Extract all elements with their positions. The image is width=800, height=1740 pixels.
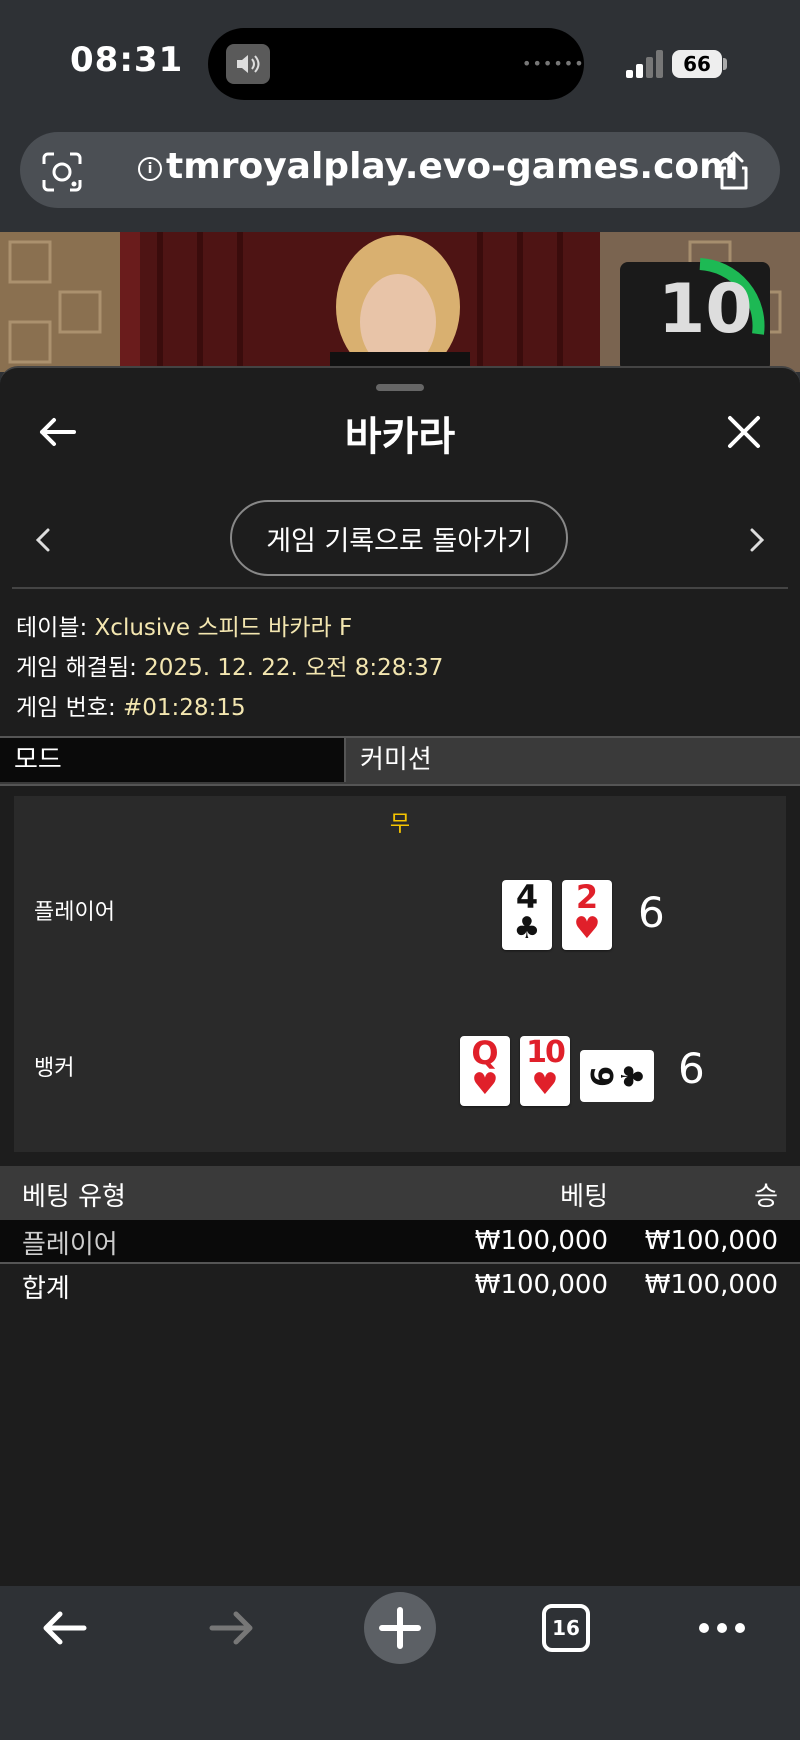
url-text[interactable]: tmroyalplay.evo-games.com	[166, 146, 737, 187]
heart-icon: ♥	[573, 911, 601, 946]
club-icon: ♣	[513, 911, 541, 946]
forward-icon[interactable]	[206, 1606, 258, 1650]
lens-icon[interactable]	[40, 150, 84, 194]
resolved-value: 2025. 12. 22. 오전 8:28:37	[144, 655, 444, 681]
heart-icon: ♥	[531, 1067, 559, 1102]
card-rank: 2	[575, 878, 599, 916]
header-bet: 베팅	[560, 1182, 608, 1212]
row-win-amount: ₩100,000	[644, 1226, 778, 1256]
divider	[12, 587, 788, 589]
banker-label: 뱅커	[34, 1056, 75, 1081]
table-info: 테이블: Xclusive 스피드 바카라 F	[16, 608, 352, 642]
battery-tip	[723, 58, 727, 70]
game-number-label: 게임 번호:	[16, 695, 124, 721]
outcome-label: 무	[389, 812, 411, 837]
chevron-right-icon[interactable]	[742, 522, 770, 558]
game-number-info: 게임 번호: #01:28:15	[16, 688, 246, 722]
more-icon[interactable]	[696, 1614, 748, 1642]
mode-value: 커미션	[360, 745, 432, 775]
row-bet-type: 플레이어	[22, 1230, 118, 1260]
close-icon[interactable]	[722, 410, 766, 454]
back-to-history-button[interactable]: 게임 기록으로 돌아가기	[230, 500, 568, 576]
total-win-amount: ₩100,000	[644, 1270, 778, 1300]
island-dots: ••••••	[522, 54, 585, 73]
share-icon[interactable]	[712, 150, 756, 194]
site-info-icon[interactable]: i	[138, 157, 162, 181]
tabs-count-button[interactable]: 16	[542, 1604, 590, 1652]
result-box	[14, 796, 786, 1152]
header-win: 승	[754, 1182, 778, 1212]
mode-label: 모드	[0, 738, 346, 782]
signal-icon	[626, 50, 663, 78]
row-bet-amount: ₩100,000	[474, 1226, 608, 1256]
player-label: 플레이어	[34, 900, 115, 925]
banker-card: Q ♥	[460, 1036, 510, 1106]
total-bet-amount: ₩100,000	[474, 1270, 608, 1300]
new-tab-button[interactable]	[364, 1592, 436, 1664]
banker-card: 10 ♥	[520, 1036, 570, 1106]
card-rank: 10	[526, 1035, 566, 1070]
panel-title: 바카라	[344, 414, 456, 460]
battery-icon: 66	[672, 50, 722, 78]
plus-icon	[379, 1607, 421, 1649]
card-rank: 4	[515, 878, 539, 916]
resolved-info: 게임 해결됨: 2025. 12. 22. 오전 8:28:37	[16, 648, 443, 682]
countdown-timer: 10	[658, 270, 753, 349]
club-icon: ♣	[612, 1062, 648, 1090]
heart-icon: ♥	[471, 1067, 499, 1102]
table-label: 테이블:	[16, 615, 95, 641]
game-number-value: #01:28:15	[123, 695, 246, 721]
card-rank: Q	[471, 1034, 499, 1072]
banker-score: 6	[678, 1044, 705, 1093]
clock: 08:31	[70, 40, 184, 80]
speaker-icon	[226, 44, 270, 84]
resolved-label: 게임 해결됨:	[16, 655, 145, 681]
player-score: 6	[638, 888, 665, 937]
live-video: 10	[0, 232, 800, 372]
table-value: Xclusive 스피드 바카라 F	[94, 615, 353, 641]
chevron-left-icon[interactable]	[30, 522, 58, 558]
back-icon[interactable]	[38, 1606, 90, 1650]
banker-card-horizontal: 9 ♣	[580, 1050, 654, 1102]
total-label: 합계	[22, 1274, 70, 1304]
player-card: 4 ♣	[502, 880, 552, 950]
drag-handle[interactable]	[376, 384, 424, 391]
player-card: 2 ♥	[562, 880, 612, 950]
header-bet-type: 베팅 유형	[22, 1182, 126, 1212]
